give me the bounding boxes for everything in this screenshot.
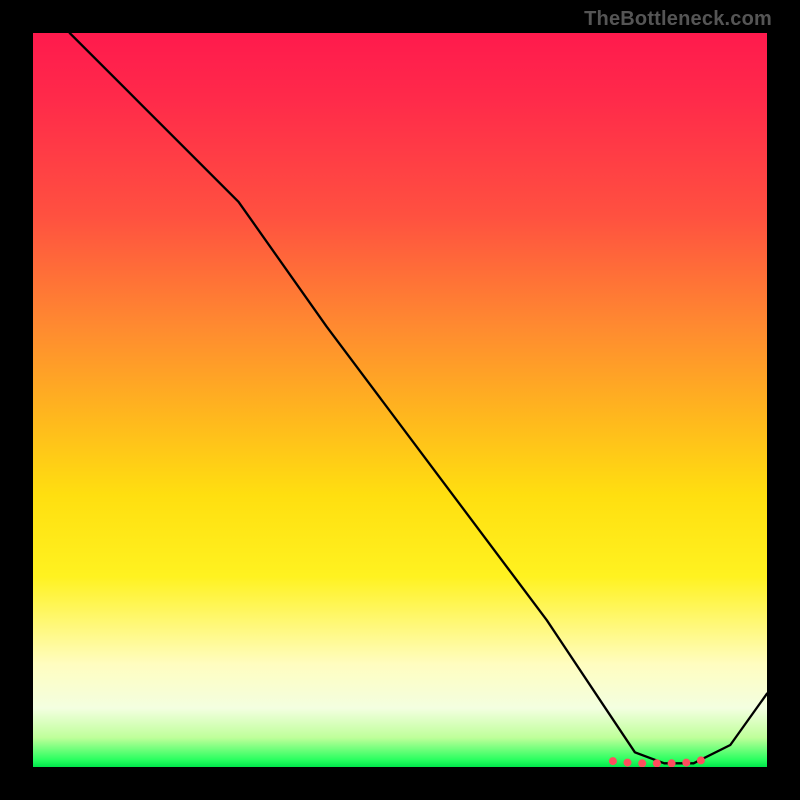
- attribution-label: TheBottleneck.com: [584, 8, 772, 31]
- chart-frame: TheBottleneck.com: [0, 0, 800, 800]
- plot-background-gradient: [33, 33, 767, 767]
